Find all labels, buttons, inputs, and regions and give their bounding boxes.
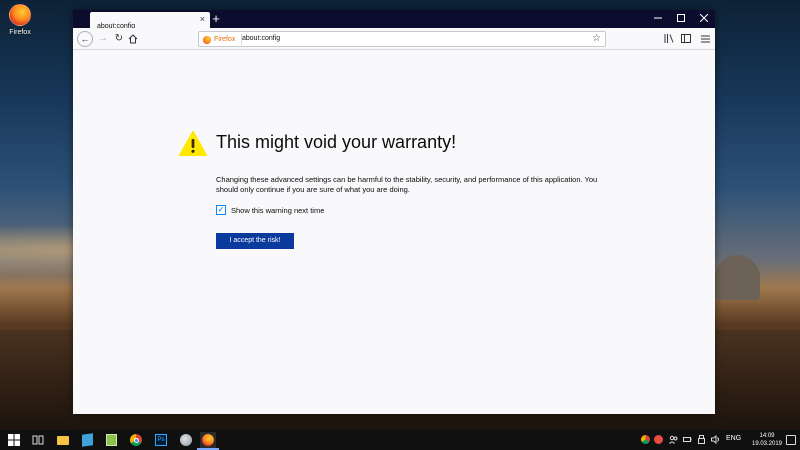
taskbar-app-globe[interactable]: [178, 432, 194, 448]
url-bar[interactable]: Firefox about:config ☆: [198, 31, 606, 47]
menu-button[interactable]: [697, 31, 713, 47]
taskbar-file-explorer[interactable]: [55, 432, 71, 448]
taskbar-app-notes[interactable]: [80, 432, 96, 448]
desktop-icon-label: Firefox: [9, 29, 31, 36]
title-bar: about:config × +: [73, 10, 715, 30]
firefox-taskbar-icon: [202, 434, 214, 446]
forward-arrow-icon: →: [98, 33, 108, 44]
page-content: This might void your warranty! Changing …: [73, 51, 715, 414]
identity-box[interactable]: Firefox: [203, 34, 243, 45]
windows-logo-icon: [8, 434, 20, 446]
action-center-icon[interactable]: [786, 435, 796, 445]
show-warning-label: Show this warning next time: [231, 205, 325, 215]
new-tab-button[interactable]: +: [208, 11, 224, 27]
chrome-icon: [130, 434, 142, 446]
close-icon: [699, 13, 709, 23]
navigation-toolbar: ← → ↻ Firefox about:config ☆: [73, 28, 715, 50]
task-view-icon: [32, 435, 44, 445]
reload-icon: ↻: [114, 33, 124, 44]
clock-time: 14:09: [759, 433, 775, 439]
sidebar-button[interactable]: [678, 31, 694, 47]
tab-about-config[interactable]: about:config ×: [90, 12, 210, 30]
taskbar-photoshop[interactable]: Ps: [153, 432, 169, 448]
system-clock[interactable]: 14:09 19.03.2019: [750, 432, 784, 448]
home-button[interactable]: [125, 31, 141, 47]
sidebar-icon: [681, 34, 691, 43]
warning-icon: [179, 131, 207, 156]
tray-people-icon[interactable]: [668, 435, 678, 445]
maximize-button[interactable]: [670, 10, 692, 28]
minimize-button[interactable]: [647, 10, 669, 28]
tray-chrome-icon[interactable]: [641, 435, 651, 445]
library-icon: [664, 34, 674, 43]
hamburger-menu-icon: [700, 35, 710, 43]
library-button[interactable]: [661, 31, 677, 47]
tab-close-button[interactable]: ×: [200, 14, 205, 25]
taskbar-app-green[interactable]: [104, 432, 120, 448]
page-title: This might void your warranty!: [216, 132, 457, 152]
clock-date: 19.03.2019: [751, 441, 783, 447]
taskbar: Ps ENG 14:09 19.03.2019: [0, 430, 800, 450]
taskbar-chrome[interactable]: [128, 432, 144, 448]
green-app-icon: [106, 434, 117, 446]
taskbar-firefox[interactable]: [197, 432, 219, 450]
desktop-rock: [715, 255, 760, 300]
forward-button[interactable]: →: [95, 31, 111, 47]
input-language[interactable]: ENG: [726, 435, 741, 442]
show-warning-checkbox[interactable]: ✓: [216, 205, 226, 215]
firefox-icon: [9, 4, 31, 26]
back-arrow-icon: ←: [80, 34, 90, 44]
globe-app-icon: [180, 434, 192, 446]
tray-app-icon[interactable]: [654, 435, 664, 445]
start-button[interactable]: [6, 432, 22, 448]
maximize-icon: [677, 14, 685, 22]
minimize-icon: [654, 17, 662, 19]
tray-usb-icon[interactable]: [696, 435, 706, 445]
home-icon: [128, 34, 138, 44]
show-warning-option[interactable]: ✓ Show this warning next time: [216, 205, 324, 215]
notes-app-icon: [82, 433, 93, 447]
desktop-icon-firefox[interactable]: Firefox: [4, 4, 36, 36]
identity-label: Firefox: [214, 36, 236, 43]
accept-risk-button[interactable]: I accept the risk!: [216, 233, 294, 249]
browser-window: about:config × + ← → ↻ Firefox about:con…: [73, 10, 715, 414]
url-text[interactable]: about:config: [242, 35, 280, 42]
tray-battery-icon[interactable]: [682, 435, 692, 445]
close-window-button[interactable]: [693, 10, 715, 28]
folder-icon: [57, 436, 69, 445]
tray-volume-icon[interactable]: [710, 434, 720, 445]
firefox-identity-icon: [203, 35, 211, 44]
task-view-button[interactable]: [30, 432, 46, 448]
warning-description: Changing these advanced settings can be …: [216, 175, 598, 194]
photoshop-icon: Ps: [155, 434, 167, 446]
back-button[interactable]: ←: [77, 31, 93, 47]
bookmark-star-icon[interactable]: ☆: [592, 32, 601, 46]
